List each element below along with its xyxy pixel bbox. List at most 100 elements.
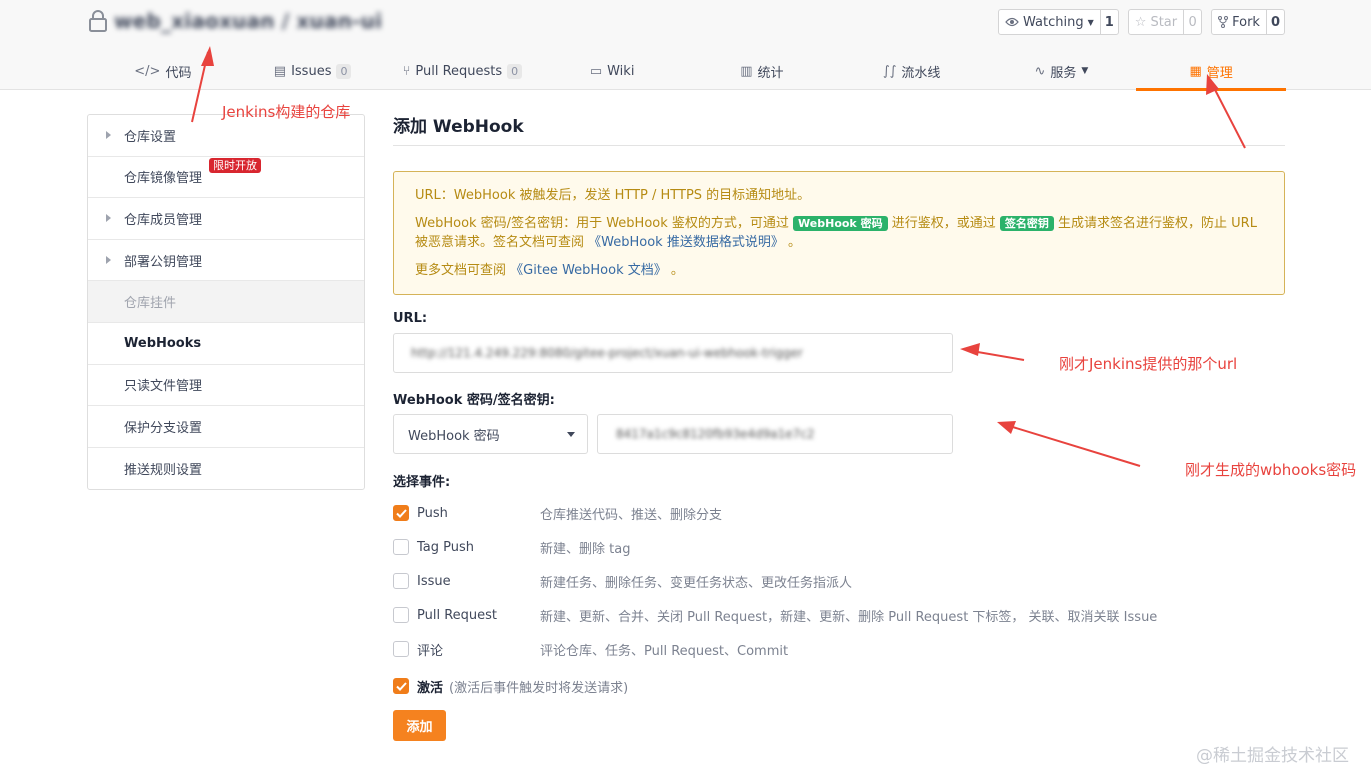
tab-issues[interactable]: ▤ Issues 0 [238, 52, 388, 90]
check-icon [395, 681, 407, 691]
event-checkbox[interactable] [393, 505, 409, 521]
fork-button[interactable]: Fork 0 [1211, 9, 1285, 35]
event-description: 评论仓库、任务、Pull Request、Commit [540, 643, 789, 659]
event-name: Issue [417, 573, 451, 589]
password-value: 8417a1c9c8120fb93e4d9a1e7c2 [616, 427, 815, 441]
events-list: Push 仓库推送代码、推送、删除分支 Tag Push 新建、删除 tag Issue… [393, 496, 1285, 666]
password-row: WebHook 密码 8417a1c9c8120fb93e4d9a1e7c2 [393, 414, 1285, 454]
payload-doc-link[interactable]: 《WebHook 推送数据格式说明》 [588, 235, 784, 250]
star-button[interactable]: ☆ Star 0 [1127, 9, 1203, 35]
password-input[interactable]: 8417a1c9c8120fb93e4d9a1e7c2 [597, 414, 953, 454]
repo-title: web_xiaoxuan / xuan-ui [88, 8, 382, 34]
event-checkbox[interactable] [393, 573, 409, 589]
tab-label: 服务 [1050, 65, 1077, 81]
tab-code[interactable]: </> 代码 [88, 52, 238, 90]
tab-services[interactable]: ∿ 服务 ▼ [987, 52, 1137, 90]
password-type-select[interactable]: WebHook 密码 [393, 414, 588, 454]
repo-tabs: </> 代码 ▤ Issues 0 ⑂ Pull Requests 0 ▭ Wi… [88, 52, 1286, 91]
limited-badge: 限时开放 [209, 157, 261, 173]
caret-down-icon [567, 431, 575, 437]
issues-icon: ▤ [273, 63, 287, 79]
tab-wiki[interactable]: ▭ Wiki [537, 52, 687, 90]
sidebar-item-mirror[interactable]: 仓库镜像管理 限时开放 [88, 157, 364, 199]
sidebar-item-push-rules[interactable]: 推送规则设置 [88, 448, 364, 490]
chevron-right-icon [106, 131, 111, 140]
star-count[interactable]: 0 [1183, 10, 1201, 34]
repo-header: web_xiaoxuan / xuan-ui Watching ▼ 1 ☆ St… [0, 0, 1371, 91]
notice-text: WebHook 密码/签名密钥：用于 WebHook 鉴权的方式，可通过 [415, 216, 789, 231]
info-notice: URL：WebHook 被触发后，发送 HTTP / HTTPS 的目标通知地址… [393, 171, 1285, 295]
fork-icon [1218, 16, 1229, 28]
add-button[interactable]: 添加 [393, 710, 446, 741]
tab-label: Wiki [607, 63, 635, 79]
tab-pull-requests[interactable]: ⑂ Pull Requests 0 [388, 52, 538, 90]
pulse-icon: ∿ [1034, 63, 1046, 79]
tab-stats[interactable]: ▥ 统计 [687, 52, 837, 90]
notice-text: 进行鉴权，或通过 [891, 216, 996, 231]
active-hint: (激活后事件触发时将发送请求) [449, 680, 629, 696]
settings-sidebar: 仓库设置 仓库镜像管理 限时开放 仓库成员管理 部署公钥管理 仓库挂件 WebH… [87, 114, 365, 491]
caret-down-icon: ▼ [1081, 66, 1089, 76]
event-checkbox[interactable] [393, 539, 409, 555]
watermark: @稀土掘金技术社区 [1196, 746, 1349, 766]
event-checkbox[interactable] [393, 607, 409, 623]
notice-line-url: URL：WebHook 被触发后，发送 HTTP / HTTPS 的目标通知地址… [415, 188, 811, 203]
fork-label: Fork [1232, 14, 1260, 30]
sidebar-item-protected-branches[interactable]: 保护分支设置 [88, 406, 364, 448]
chart-icon: ▥ [740, 63, 753, 79]
url-value: http://121.4.249.229:8080/gitee-project/… [411, 346, 803, 360]
tab-label: 流水线 [901, 65, 941, 81]
sidebar-item-members[interactable]: 仓库成员管理 [88, 198, 364, 240]
lock-icon [89, 10, 107, 32]
event-description: 新建、删除 tag [540, 541, 631, 557]
eye-icon [1005, 17, 1019, 27]
password-tag: WebHook 密码 [793, 216, 888, 231]
tab-manage[interactable]: ▦ 管理 [1136, 52, 1286, 91]
fork-count[interactable]: 0 [1265, 10, 1284, 34]
sidebar-item-webhooks[interactable]: WebHooks [88, 323, 364, 365]
tab-label: Pull Requests [415, 63, 503, 79]
repo-actions: Watching ▼ 1 ☆ Star 0 Fork 0 [998, 9, 1285, 35]
sidebar-item-label: 仓库镜像管理 [124, 171, 203, 187]
webhook-form: 添加 WebHook URL：WebHook 被触发后，发送 HTTP / HT… [393, 114, 1285, 741]
sidebar-item-readonly-files[interactable]: 只读文件管理 [88, 365, 364, 407]
issues-count: 0 [336, 63, 352, 79]
gitee-webhook-doc-link[interactable]: 《Gitee WebHook 文档》 [510, 263, 667, 278]
repo-name[interactable]: web_xiaoxuan / xuan-ui [114, 9, 382, 33]
watching-label: Watching [1023, 14, 1084, 30]
chevron-right-icon [106, 214, 111, 223]
star-label: Star [1150, 14, 1178, 30]
event-row: Tag Push 新建、删除 tag [393, 530, 1285, 564]
annotation-secret: 刚才生成的wbhooks密码 [1185, 461, 1357, 479]
tab-label: 代码 [165, 65, 192, 81]
annotation-url: 刚才Jenkins提供的那个url [1059, 355, 1238, 373]
sidebar-item-label: 只读文件管理 [124, 379, 203, 395]
star-icon: ☆ [1134, 14, 1147, 30]
caret-down-icon: ▼ [1087, 17, 1094, 27]
event-name: Pull Request [417, 607, 498, 623]
sidebar-item-widgets: 仓库挂件 [88, 281, 364, 323]
watching-button[interactable]: Watching ▼ 1 [998, 9, 1119, 35]
sidebar-item-label: 部署公钥管理 [124, 254, 203, 270]
wiki-icon: ▭ [589, 63, 603, 79]
event-row: Push 仓库推送代码、推送、删除分支 [393, 496, 1285, 530]
event-description: 新建任务、删除任务、变更任务状态、更改任务指派人 [540, 575, 853, 591]
manage-icon: ▦ [1189, 63, 1202, 79]
active-label: 激活 [417, 680, 444, 696]
event-description: 新建、更新、合并、关闭 Pull Request，新建、更新、删除 Pull R… [540, 609, 1158, 625]
sidebar-item-label: 仓库挂件 [124, 296, 177, 312]
sidebar-item-deploy-keys[interactable]: 部署公钥管理 [88, 240, 364, 282]
notice-line-docs: 更多文档可查阅 《Gitee WebHook 文档》 。 [415, 261, 1264, 280]
code-icon: </> [134, 63, 161, 79]
event-row: Pull Request 新建、更新、合并、关闭 Pull Request，新建、… [393, 598, 1285, 632]
tab-label: 统计 [757, 65, 784, 81]
event-description: 仓库推送代码、推送、删除分支 [540, 507, 723, 523]
sign-key-tag: 签名密钥 [999, 216, 1054, 231]
notice-line-password: WebHook 密码/签名密钥：用于 WebHook 鉴权的方式，可通过 Web… [415, 214, 1264, 252]
active-checkbox[interactable] [393, 678, 409, 694]
event-checkbox[interactable] [393, 641, 409, 657]
tab-pipeline[interactable]: ∫∫ 流水线 [837, 52, 987, 90]
watching-count[interactable]: 1 [1099, 10, 1118, 34]
url-input[interactable]: http://121.4.249.229:8080/gitee-project/… [393, 333, 953, 373]
pipeline-icon: ∫∫ [882, 63, 897, 79]
